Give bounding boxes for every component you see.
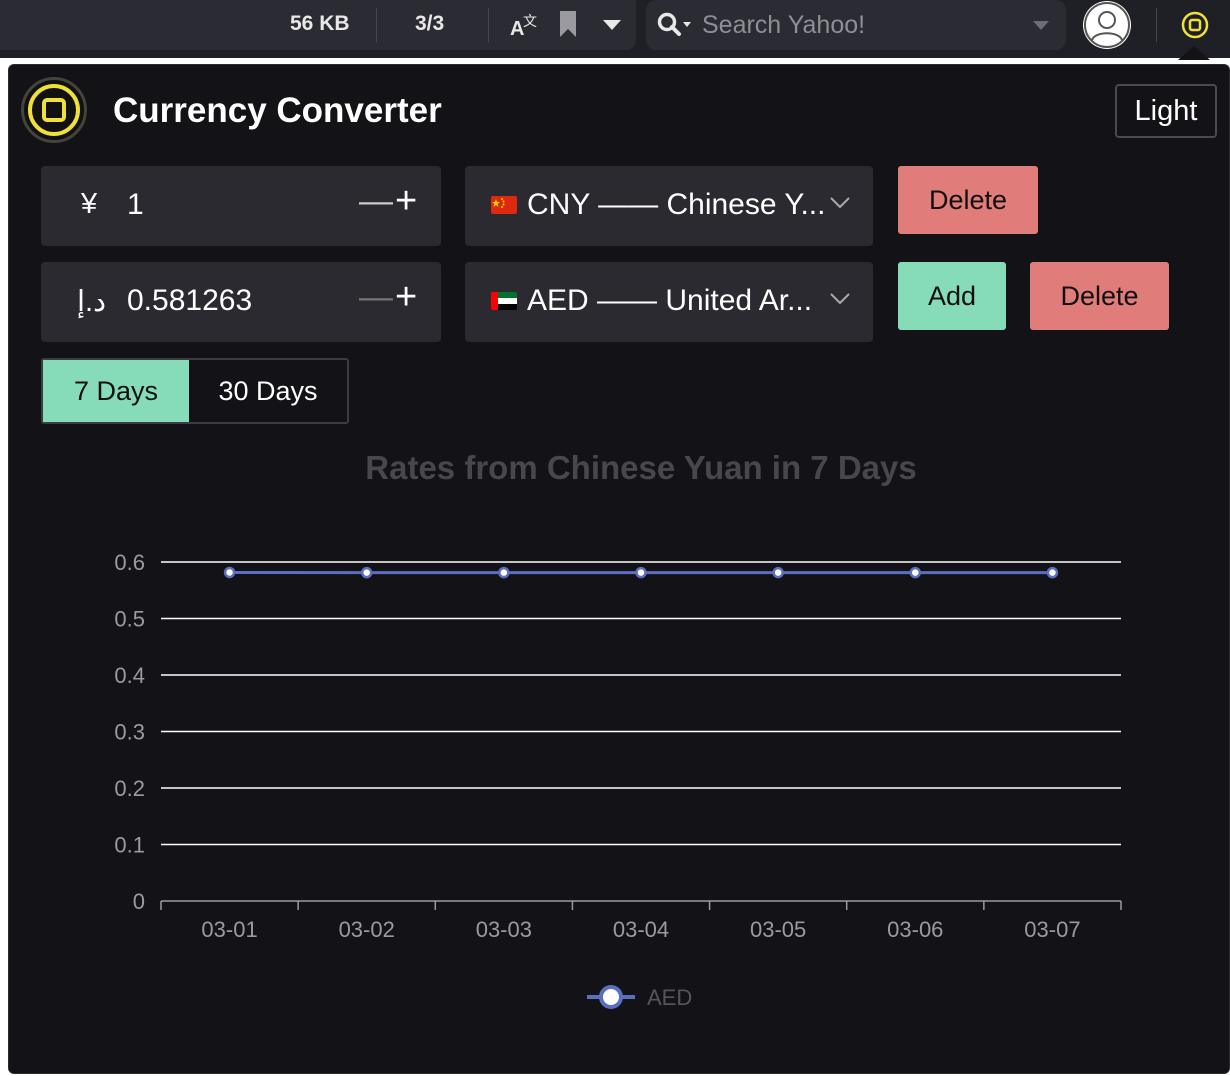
x-tick-label: 03-05 [750, 917, 806, 942]
translate-icon[interactable]: A 文 [508, 12, 538, 38]
page-toolbar-group: 56 KB 3/3 A 文 [0, 0, 636, 50]
avatar[interactable] [1083, 1, 1131, 49]
increment-button[interactable]: + [395, 180, 417, 223]
x-tick-label: 03-06 [887, 917, 943, 942]
uae-flag-icon [491, 292, 517, 310]
data-point [1046, 566, 1059, 579]
y-tick-label: 0.4 [114, 663, 145, 688]
currency-symbol: د.إ [77, 286, 107, 318]
y-tick-label: 0.5 [114, 607, 145, 632]
page-title: Currency Converter [113, 91, 442, 130]
data-point [909, 566, 922, 579]
extension-icon[interactable] [1180, 10, 1210, 40]
amount-input[interactable]: د.إ 0.581263 — + [41, 262, 441, 342]
logo-icon [28, 84, 80, 136]
x-tick-label: 03-07 [1024, 917, 1080, 942]
divider [488, 8, 489, 42]
bookmark-icon[interactable] [558, 10, 578, 38]
match-count[interactable]: 3/3 [415, 12, 444, 36]
divider [376, 8, 377, 42]
currency-select[interactable]: CNY —— Chinese Y... [465, 166, 873, 246]
amount-value[interactable]: 1 [127, 188, 144, 222]
search-input[interactable]: Search Yahoo! [646, 0, 1066, 50]
range-tabs: 7 Days 30 Days [41, 358, 349, 424]
search-icon [657, 12, 691, 36]
y-tick-label: 0.2 [114, 776, 145, 801]
currency-symbol: ¥ [81, 188, 98, 220]
currency-label: CNY —— Chinese Y... [527, 188, 826, 221]
chevron-down-icon [830, 293, 850, 305]
decrement-button[interactable]: — [359, 278, 393, 317]
y-tick-label: 0.1 [114, 833, 145, 858]
delete-button[interactable]: Delete [898, 166, 1038, 234]
file-size-label: 56 KB [290, 12, 350, 35]
chevron-down-icon[interactable] [602, 18, 622, 32]
y-tick-label: 0.6 [114, 550, 145, 575]
user-icon [1084, 2, 1130, 48]
chevron-down-icon [830, 197, 850, 209]
svg-text:文: 文 [523, 13, 537, 29]
amount-value[interactable]: 0.581263 [127, 284, 252, 318]
y-tick-label: 0.3 [114, 720, 145, 745]
currency-select[interactable]: AED —— United Ar... [465, 262, 873, 342]
decrement-button[interactable]: — [359, 182, 393, 221]
app-logo [21, 77, 87, 143]
data-point [635, 566, 647, 579]
legend-label: AED [647, 985, 692, 1010]
data-point [223, 566, 236, 579]
add-button[interactable]: Add [898, 262, 1006, 330]
currency-label: AED —— United Ar... [527, 284, 813, 317]
y-tick-label: 0 [133, 889, 145, 914]
chevron-down-icon[interactable] [1032, 20, 1050, 32]
x-tick-label: 03-03 [476, 917, 532, 942]
data-point [772, 566, 784, 579]
chart-title: Rates from Chinese Yuan in 7 Days [365, 449, 917, 486]
currency-converter-popup: 0 0.1 0.2 0.3 0.4 0.5 0.6 03-01 03-02 03-03 03-04 0… [8, 64, 1230, 1074]
increment-button[interactable]: + [395, 276, 417, 319]
x-tick-label: 03-02 [339, 917, 395, 942]
china-flag-icon [491, 196, 517, 214]
amount-input[interactable]: ¥ 1 — + [41, 166, 441, 246]
delete-button[interactable]: Delete [1030, 262, 1169, 330]
theme-toggle-button[interactable]: Light [1115, 84, 1217, 138]
browser-toolbar: 56 KB 3/3 A 文 Search Yahoo! [0, 0, 1230, 60]
x-tick-label: 03-01 [201, 917, 257, 942]
legend-marker [599, 985, 623, 1009]
popup-pointer [1178, 46, 1210, 60]
x-tick-label: 03-04 [613, 917, 669, 942]
data-point [498, 566, 510, 579]
divider [1156, 8, 1157, 42]
tab-7-days[interactable]: 7 Days [43, 360, 189, 422]
tab-30-days[interactable]: 30 Days [189, 360, 347, 422]
search-placeholder: Search Yahoo! [702, 11, 866, 39]
data-point [360, 566, 373, 579]
